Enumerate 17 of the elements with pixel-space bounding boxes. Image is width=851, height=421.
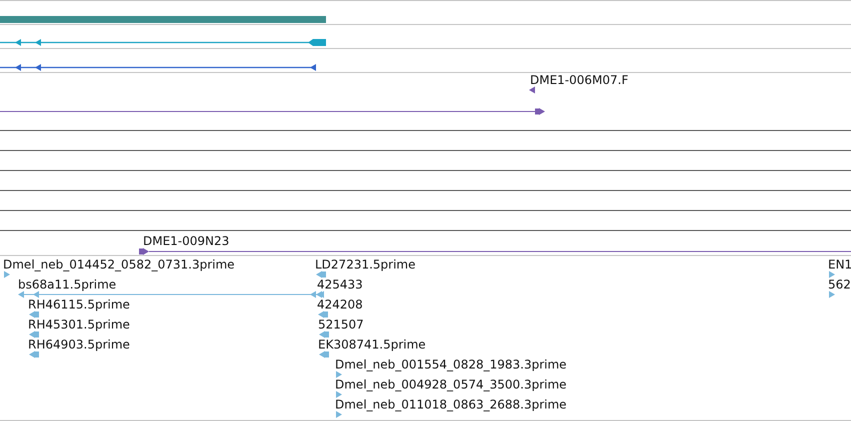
feature-label: EN1 [828,258,851,272]
feature-label: 521507 [318,318,364,332]
feature-label: 562 [828,278,851,292]
feature-label: DME1-009N23 [143,234,230,248]
feature-label: bs68a11.5prime [18,278,116,292]
feature-label: RH64903.5prime [28,338,130,352]
feature-label: 425433 [317,278,363,292]
feature-label: EK308741.5prime [318,338,426,352]
feature-label: LD27231.5prime [315,258,416,272]
feature-label: DME1-006M07.F [530,73,628,87]
feature-label: Dmel_neb_001554_0828_1983.3prime [335,358,567,372]
feature-label: 424208 [317,298,363,312]
feature-label: RH45301.5prime [28,318,130,332]
feature-label: Dmel_neb_011018_0863_2688.3prime [335,398,567,412]
feature-label: RH46115.5prime [28,298,130,312]
feature-label: Dmel_neb_004928_0574_3500.3prime [335,378,567,392]
feature-label: Dmel_neb_014452_0582_0731.3prime [3,258,235,272]
